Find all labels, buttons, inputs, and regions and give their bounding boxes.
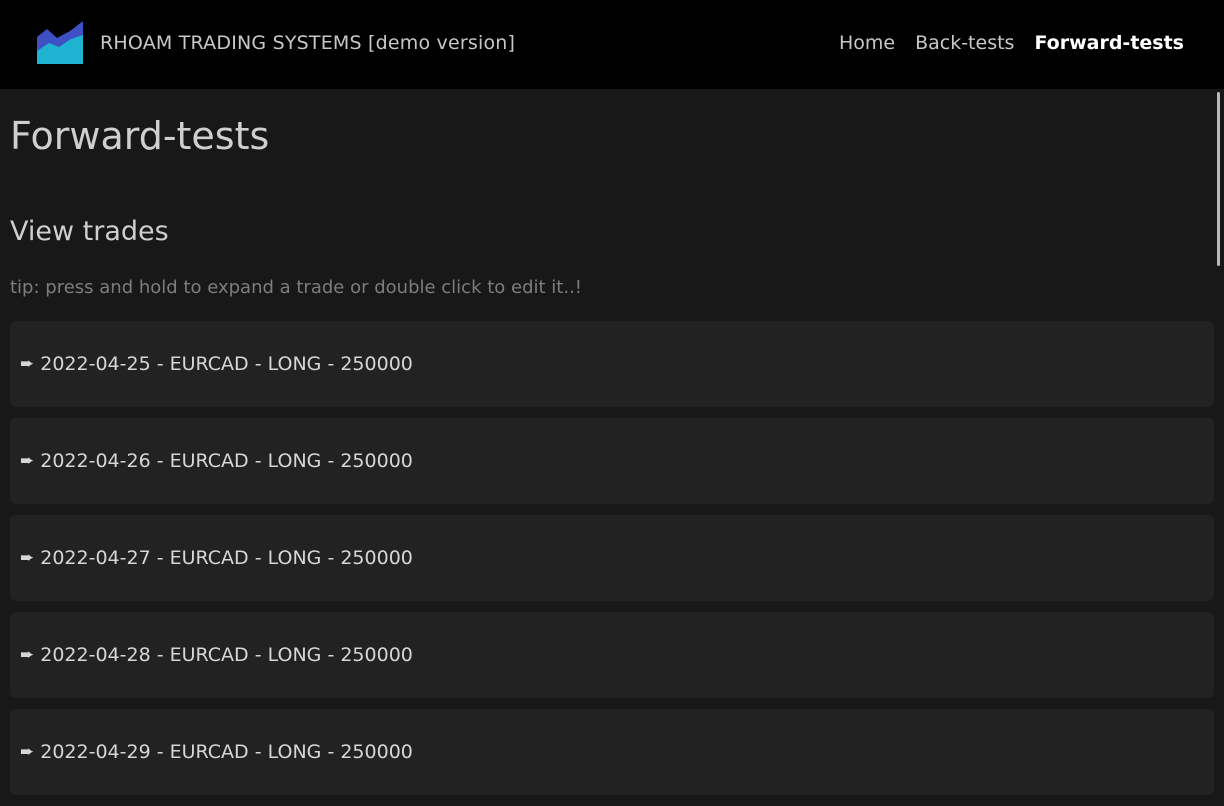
arrow-right-icon: ➨: [20, 354, 35, 374]
arrow-right-icon: ➨: [20, 451, 35, 471]
section-title-view-trades: View trades: [10, 216, 169, 247]
trade-label: 2022-04-25 - EURCAD - LONG - 250000: [40, 353, 413, 375]
trade-item[interactable]: ➨ 2022-04-25 - EURCAD - LONG - 250000: [10, 321, 1214, 407]
vertical-scrollbar[interactable]: [1217, 92, 1220, 266]
nav-back-tests-link[interactable]: Back-tests: [915, 32, 1014, 54]
arrow-right-icon: ➨: [20, 645, 35, 665]
trade-label: 2022-04-29 - EURCAD - LONG - 250000: [40, 741, 413, 763]
trade-item[interactable]: ➨ 2022-04-27 - EURCAD - LONG - 250000: [10, 515, 1214, 601]
page-title: Forward-tests: [10, 114, 270, 158]
area-chart-logo-icon[interactable]: [37, 21, 83, 64]
tip-text: tip: press and hold to expand a trade or…: [10, 277, 583, 298]
trade-item[interactable]: ➨ 2022-04-29 - EURCAD - LONG - 250000: [10, 709, 1214, 795]
main-nav: Home Back-tests Forward-tests: [839, 32, 1184, 54]
trade-item[interactable]: ➨ 2022-04-26 - EURCAD - LONG - 250000: [10, 418, 1214, 504]
trade-label: 2022-04-27 - EURCAD - LONG - 250000: [40, 547, 413, 569]
brand-title[interactable]: RHOAM TRADING SYSTEMS [demo version]: [100, 32, 515, 54]
trade-label: 2022-04-28 - EURCAD - LONG - 250000: [40, 644, 413, 666]
trade-list: ➨ 2022-04-25 - EURCAD - LONG - 250000 ➨ …: [10, 321, 1214, 806]
nav-home-link[interactable]: Home: [839, 32, 895, 54]
trade-label: 2022-04-26 - EURCAD - LONG - 250000: [40, 450, 413, 472]
nav-forward-tests-link[interactable]: Forward-tests: [1034, 32, 1184, 54]
trade-item[interactable]: ➨ 2022-04-28 - EURCAD - LONG - 250000: [10, 612, 1214, 698]
arrow-right-icon: ➨: [20, 548, 35, 568]
top-navbar: RHOAM TRADING SYSTEMS [demo version] Hom…: [0, 0, 1224, 89]
arrow-right-icon: ➨: [20, 742, 35, 762]
